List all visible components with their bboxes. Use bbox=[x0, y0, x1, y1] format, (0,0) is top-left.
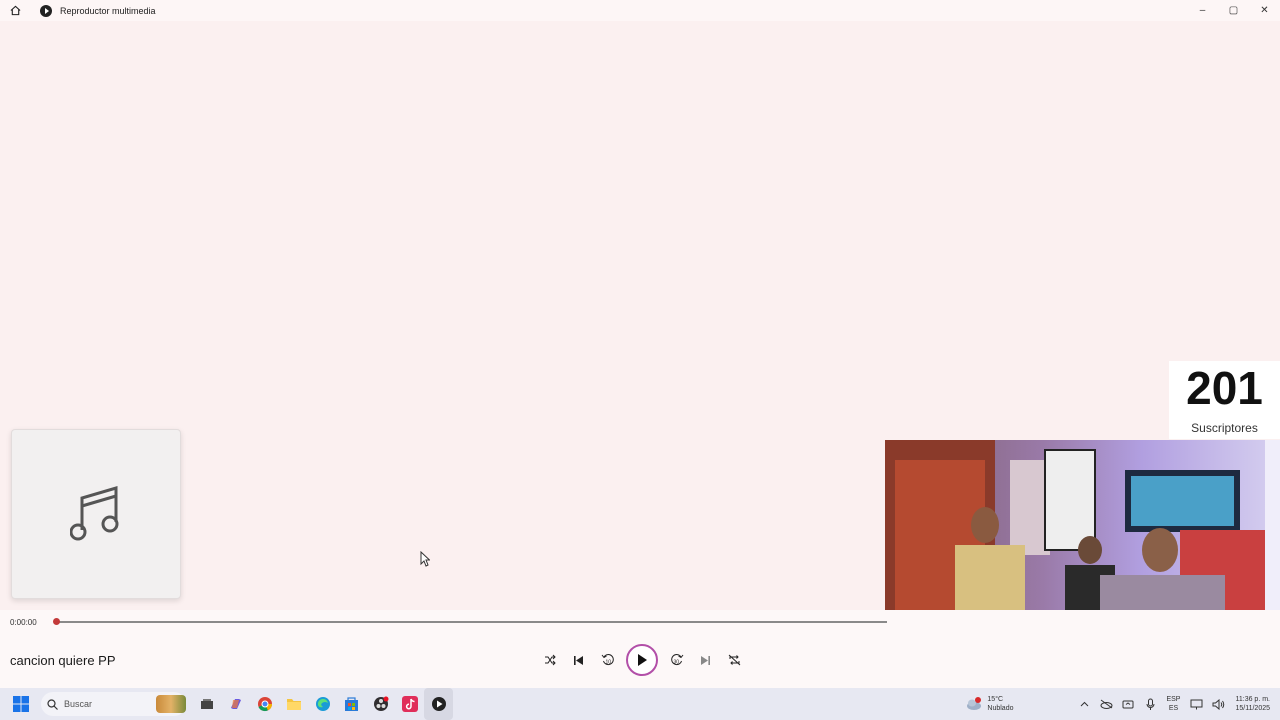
windows-icon bbox=[12, 696, 29, 712]
file-explorer-button[interactable] bbox=[279, 688, 308, 720]
playback-controls: 10 30 bbox=[535, 644, 749, 676]
home-icon bbox=[10, 5, 20, 16]
folder-icon bbox=[286, 699, 301, 710]
media-player-taskbar-icon bbox=[431, 697, 446, 711]
album-art[interactable] bbox=[11, 429, 181, 599]
minimize-button[interactable]: – bbox=[1187, 0, 1218, 21]
forward-icon: 30 bbox=[670, 654, 683, 666]
chrome-button[interactable] bbox=[250, 688, 279, 720]
rewind-button[interactable]: 10 bbox=[593, 644, 622, 676]
volume-tray-button[interactable] bbox=[1207, 688, 1229, 720]
weather-condition: Nublado bbox=[987, 705, 1014, 712]
network-icon bbox=[1190, 699, 1203, 709]
media-player-icon bbox=[40, 4, 52, 17]
language-indicator[interactable]: ESP ES bbox=[1161, 695, 1185, 713]
tiktok-button[interactable] bbox=[395, 688, 424, 720]
play-icon bbox=[638, 654, 647, 666]
chevron-up-icon bbox=[1080, 701, 1089, 707]
sync-tray-button[interactable] bbox=[1117, 688, 1139, 720]
copilot-icon bbox=[230, 699, 241, 709]
forward-button[interactable]: 30 bbox=[662, 644, 691, 676]
rewind-label: 10 bbox=[605, 660, 611, 666]
microphone-icon bbox=[1146, 698, 1155, 710]
search-highlight-icon bbox=[156, 695, 186, 713]
clock-date: 15/11/2025 bbox=[1235, 705, 1270, 712]
song-title: cancion quiere PP bbox=[10, 653, 116, 668]
store-button[interactable] bbox=[337, 688, 366, 720]
microphone-tray-button[interactable] bbox=[1139, 688, 1161, 720]
media-player-taskbar-button[interactable] bbox=[424, 688, 453, 720]
window-title: Reproductor multimedia bbox=[60, 5, 156, 16]
weather-temp: 15°C bbox=[987, 696, 1004, 703]
clock[interactable]: 11:36 p. m. 15/11/2025 bbox=[1235, 695, 1270, 713]
taskbar-search[interactable]: Buscar bbox=[41, 692, 186, 716]
edge-icon bbox=[315, 697, 330, 711]
task-view-icon bbox=[200, 699, 213, 709]
obs-button[interactable] bbox=[366, 688, 395, 720]
next-button[interactable] bbox=[691, 644, 720, 676]
maximize-button[interactable]: ▢ bbox=[1218, 0, 1249, 21]
shuffle-icon bbox=[544, 654, 556, 666]
sync-icon bbox=[1122, 700, 1134, 709]
previous-button[interactable] bbox=[564, 644, 593, 676]
volume-icon bbox=[1212, 698, 1225, 710]
player-bar: 0:00:00 cancion quiere PP 10 30 bbox=[0, 610, 1280, 688]
repeat-off-icon bbox=[728, 654, 741, 666]
task-view-button[interactable] bbox=[192, 688, 221, 720]
mouse-cursor-icon bbox=[420, 551, 430, 567]
tiktok-icon bbox=[401, 696, 418, 712]
previous-icon bbox=[574, 655, 583, 665]
music-note-icon bbox=[70, 485, 119, 541]
seek-thumb[interactable] bbox=[53, 618, 60, 625]
edge-button[interactable] bbox=[308, 688, 337, 720]
title-bar: Reproductor multimedia – ▢ ✕ bbox=[0, 0, 1280, 21]
subscriber-count: 201 bbox=[1186, 362, 1263, 414]
next-icon bbox=[701, 655, 710, 665]
onedrive-tray-button[interactable] bbox=[1095, 688, 1117, 720]
start-button[interactable] bbox=[6, 688, 35, 720]
subscriber-counter: 201 Suscriptores bbox=[1169, 361, 1280, 439]
obs-icon bbox=[373, 696, 388, 711]
cloud-icon bbox=[967, 697, 982, 710]
show-hidden-icons-button[interactable] bbox=[1073, 688, 1095, 720]
shuffle-button[interactable] bbox=[535, 644, 564, 676]
repeat-button[interactable] bbox=[720, 644, 749, 676]
elapsed-time: 0:00:00 bbox=[10, 618, 37, 627]
keyboard-layout: ES bbox=[1168, 705, 1179, 712]
search-icon bbox=[47, 698, 58, 710]
cloud-off-icon bbox=[1100, 699, 1113, 709]
copilot-button[interactable] bbox=[221, 688, 250, 720]
system-tray: 15°C Nublado ESP ES 11:36 p. m. 15/11/20… bbox=[965, 688, 1280, 720]
language-code: ESP bbox=[1166, 696, 1181, 703]
forward-label: 30 bbox=[673, 660, 679, 666]
search-placeholder: Buscar bbox=[64, 699, 93, 709]
seek-bar[interactable] bbox=[53, 618, 887, 625]
clock-time: 11:36 p. m. bbox=[1235, 696, 1270, 703]
taskbar: Buscar 15°C Nublado ESP ES 11:36 p. m. 1… bbox=[0, 688, 1280, 720]
close-button[interactable]: ✕ bbox=[1249, 0, 1280, 21]
network-tray-button[interactable] bbox=[1185, 688, 1207, 720]
home-button[interactable] bbox=[0, 0, 30, 21]
store-icon bbox=[345, 696, 358, 711]
chrome-icon bbox=[257, 697, 272, 712]
rewind-icon: 10 bbox=[601, 654, 614, 666]
subscriber-label: Suscriptores bbox=[1191, 421, 1258, 435]
play-button[interactable] bbox=[626, 644, 658, 676]
weather-widget[interactable]: 15°C Nublado bbox=[965, 695, 1013, 713]
